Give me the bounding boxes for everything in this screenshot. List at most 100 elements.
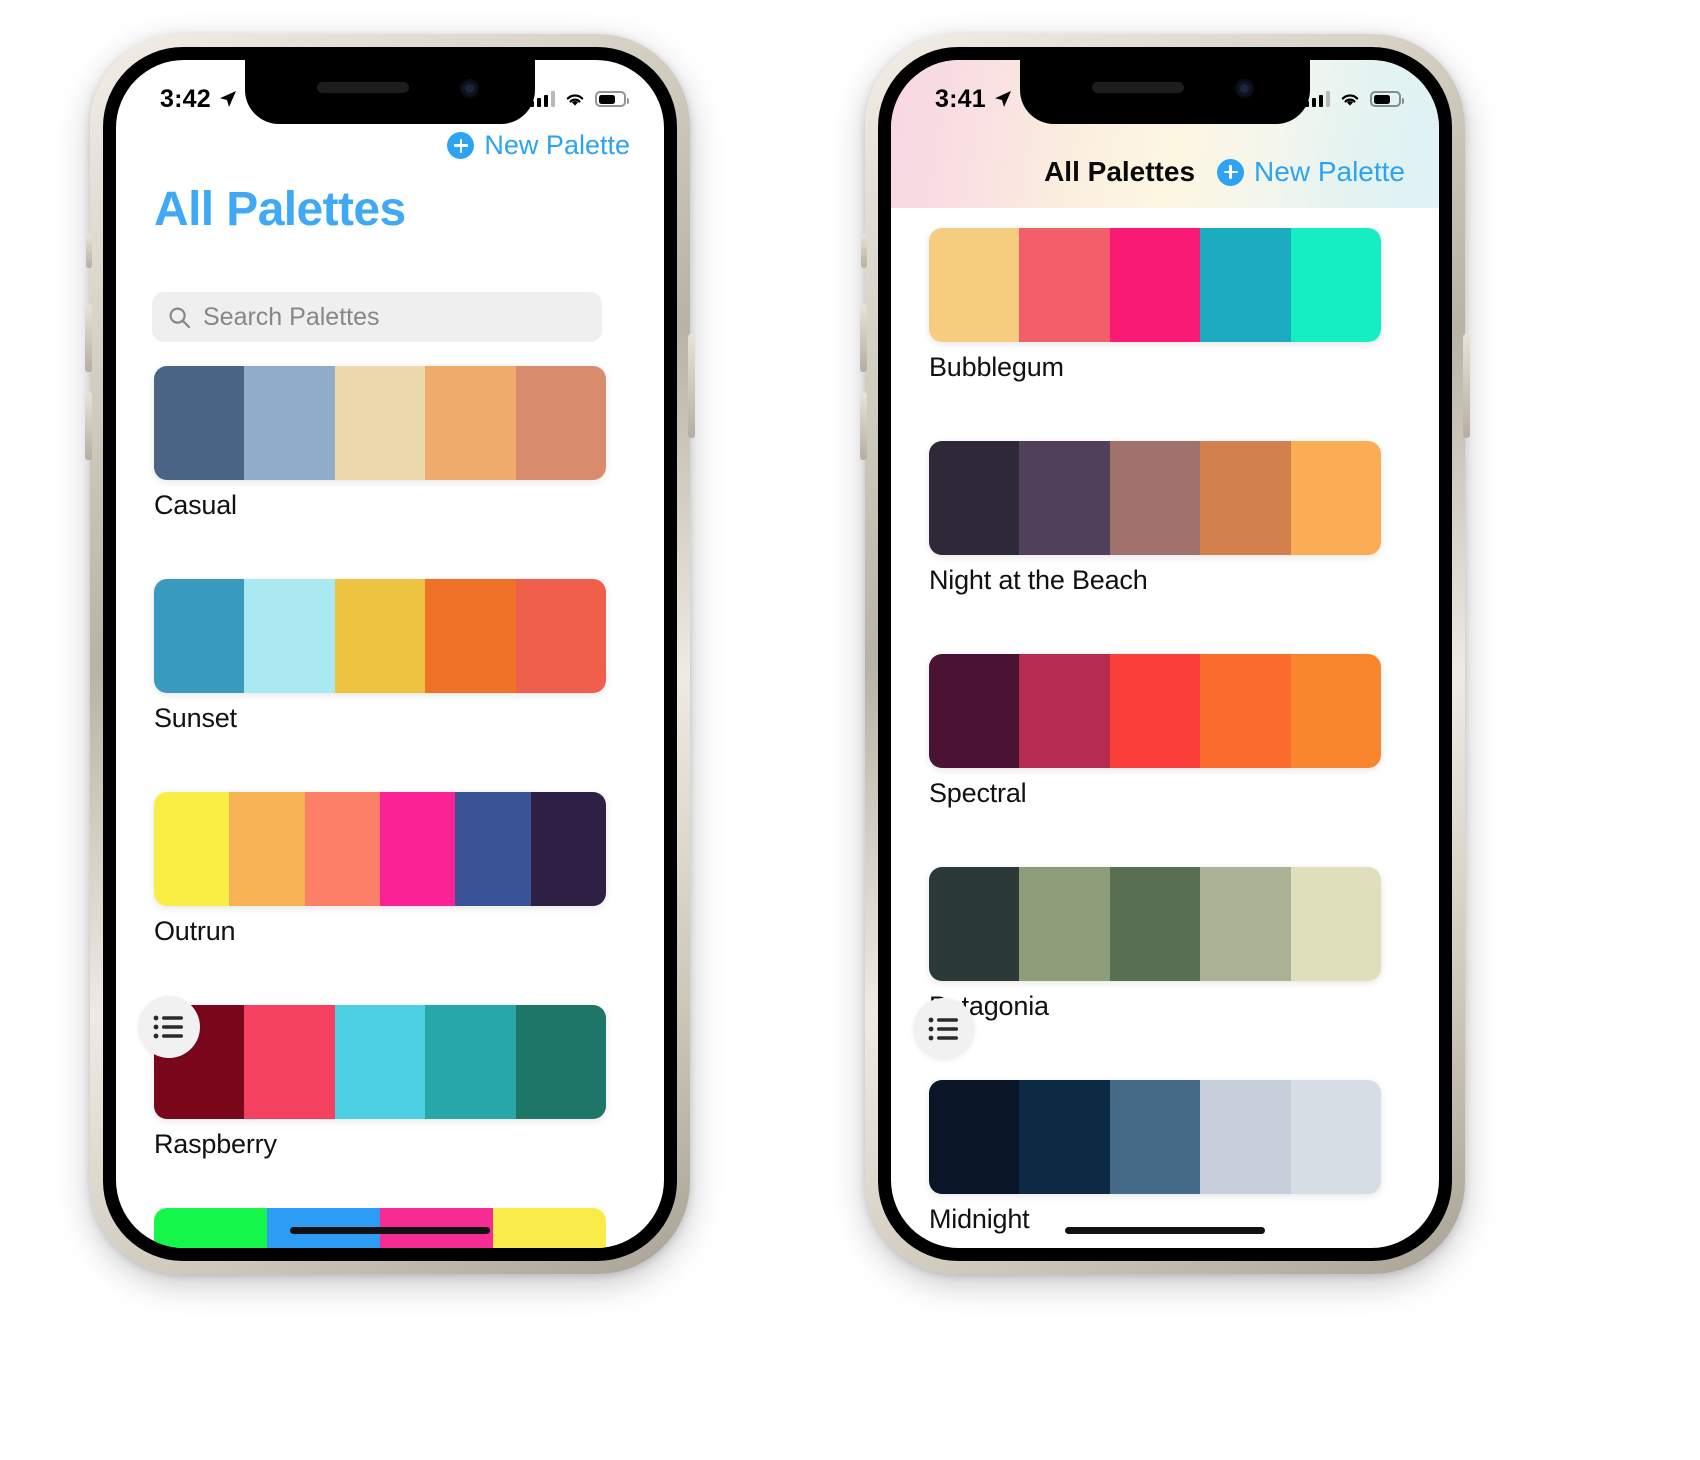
color-swatch[interactable] — [334, 579, 426, 693]
palette-item[interactable]: Outrun — [154, 792, 606, 947]
palette-name: Spectral — [929, 778, 1027, 808]
palette-item[interactable]: Bubblegum — [929, 228, 1381, 383]
color-swatch[interactable] — [425, 366, 516, 480]
palette-swatches[interactable] — [929, 867, 1381, 981]
palette-swatches[interactable] — [929, 654, 1381, 768]
palette-list-left[interactable]: Casual Sunset Outrun Raspberry — [116, 366, 664, 1248]
home-indicator-right[interactable] — [1065, 1227, 1265, 1234]
power-button[interactable] — [688, 334, 695, 438]
color-swatch[interactable] — [379, 792, 456, 906]
color-swatch[interactable] — [929, 441, 1020, 555]
notch-left — [245, 60, 535, 124]
color-swatch[interactable] — [493, 1208, 606, 1248]
palette-item[interactable]: Raspberry — [154, 1005, 606, 1160]
color-swatch[interactable] — [1019, 1080, 1110, 1194]
palette-swatches[interactable] — [154, 579, 606, 693]
color-swatch[interactable] — [1019, 441, 1110, 555]
color-swatch[interactable] — [425, 1005, 516, 1119]
color-swatch[interactable] — [334, 366, 426, 480]
list-view-button[interactable] — [913, 998, 975, 1060]
palette-name: Sunset — [154, 703, 237, 733]
color-swatch[interactable] — [1290, 441, 1381, 555]
color-swatch[interactable] — [1290, 228, 1381, 342]
palette-item[interactable]: Midnight — [929, 1080, 1381, 1235]
color-swatch[interactable] — [425, 579, 516, 693]
volume-up-button[interactable] — [85, 304, 92, 372]
color-swatch[interactable] — [1200, 867, 1291, 981]
palette-name: Bubblegum — [929, 352, 1064, 382]
color-swatch[interactable] — [455, 792, 531, 906]
color-swatch[interactable] — [1109, 654, 1201, 768]
color-swatch[interactable] — [929, 654, 1020, 768]
volume-down-button[interactable] — [85, 392, 92, 460]
volume-down-button-right[interactable] — [860, 392, 867, 460]
color-swatch[interactable] — [244, 1005, 335, 1119]
palette-swatches[interactable] — [929, 228, 1381, 342]
new-palette-label: New Palette — [484, 130, 630, 160]
color-swatch[interactable] — [1109, 867, 1201, 981]
color-swatch[interactable] — [1200, 654, 1291, 768]
magnifier-icon — [169, 307, 191, 328]
color-swatch[interactable] — [1290, 654, 1381, 768]
color-swatch[interactable] — [1109, 228, 1201, 342]
front-camera-icon — [1235, 79, 1254, 98]
volume-up-button-right[interactable] — [860, 304, 867, 372]
color-swatch[interactable] — [244, 366, 335, 480]
palette-name: Night at the Beach — [929, 565, 1148, 595]
list-view-button[interactable] — [138, 996, 200, 1058]
palette-item[interactable]: Spectral — [929, 654, 1381, 809]
color-swatch[interactable] — [515, 1005, 606, 1119]
color-swatch[interactable] — [1200, 228, 1291, 342]
color-swatch[interactable] — [1200, 1080, 1291, 1194]
new-palette-label: New Palette — [1254, 156, 1405, 187]
new-palette-button[interactable]: New Palette — [1217, 156, 1405, 188]
color-swatch[interactable] — [1290, 1080, 1381, 1194]
color-swatch[interactable] — [154, 366, 245, 480]
color-swatch[interactable] — [929, 867, 1020, 981]
new-palette-button[interactable]: New Palette — [447, 130, 630, 161]
color-swatch[interactable] — [1019, 228, 1110, 342]
earpiece-speaker-icon — [1092, 82, 1184, 93]
palette-list-right[interactable]: Bubblegum Night at the Beach Spectral Patag… — [891, 228, 1439, 1248]
color-swatch[interactable] — [1109, 441, 1201, 555]
color-swatch[interactable] — [1290, 867, 1381, 981]
home-indicator-left[interactable] — [290, 1227, 490, 1234]
nav-title: All Palettes — [1044, 156, 1196, 187]
color-swatch[interactable] — [515, 366, 606, 480]
palette-item[interactable]: Casual — [154, 366, 606, 521]
screenshot-stage: 3:42 New Palette All Palettes Search Pal… — [0, 0, 1700, 1460]
color-swatch[interactable] — [929, 228, 1020, 342]
color-swatch[interactable] — [244, 579, 335, 693]
color-swatch[interactable] — [334, 1005, 426, 1119]
color-swatch[interactable] — [304, 792, 380, 906]
color-swatch[interactable] — [530, 792, 606, 906]
page-title: All Palettes — [154, 183, 406, 236]
mute-switch[interactable] — [86, 234, 92, 268]
color-swatch[interactable] — [1019, 654, 1110, 768]
palette-swatches[interactable] — [154, 1005, 606, 1119]
color-swatch[interactable] — [1109, 1080, 1201, 1194]
palette-swatches[interactable] — [929, 441, 1381, 555]
color-swatch[interactable] — [154, 1208, 267, 1248]
palette-item[interactable]: Sunset — [154, 579, 606, 734]
color-swatch[interactable] — [154, 792, 230, 906]
palette-item[interactable]: Night at the Beach — [929, 441, 1381, 596]
palette-swatches[interactable] — [929, 1080, 1381, 1194]
palette-swatches[interactable] — [154, 366, 606, 480]
palette-swatches[interactable] — [154, 792, 606, 906]
screen-right: 3:41 All Palettes New Palette Bubblegum … — [891, 60, 1439, 1248]
color-swatch[interactable] — [515, 579, 606, 693]
color-swatch[interactable] — [1200, 441, 1291, 555]
search-input[interactable]: Search Palettes — [152, 292, 602, 342]
color-swatch[interactable] — [1019, 867, 1110, 981]
palette-item[interactable]: Patagonia — [929, 867, 1381, 1022]
plus-circle-icon — [1217, 158, 1245, 186]
plus-circle-icon — [447, 132, 475, 159]
mute-switch-right[interactable] — [861, 234, 867, 268]
color-swatch[interactable] — [929, 1080, 1020, 1194]
color-swatch[interactable] — [229, 792, 305, 906]
screen-left: 3:42 New Palette All Palettes Search Pal… — [116, 60, 664, 1248]
power-button-right[interactable] — [1463, 334, 1470, 438]
color-swatch[interactable] — [154, 579, 245, 693]
iphone-device-right: 3:41 All Palettes New Palette Bubblegum … — [860, 34, 1470, 1274]
